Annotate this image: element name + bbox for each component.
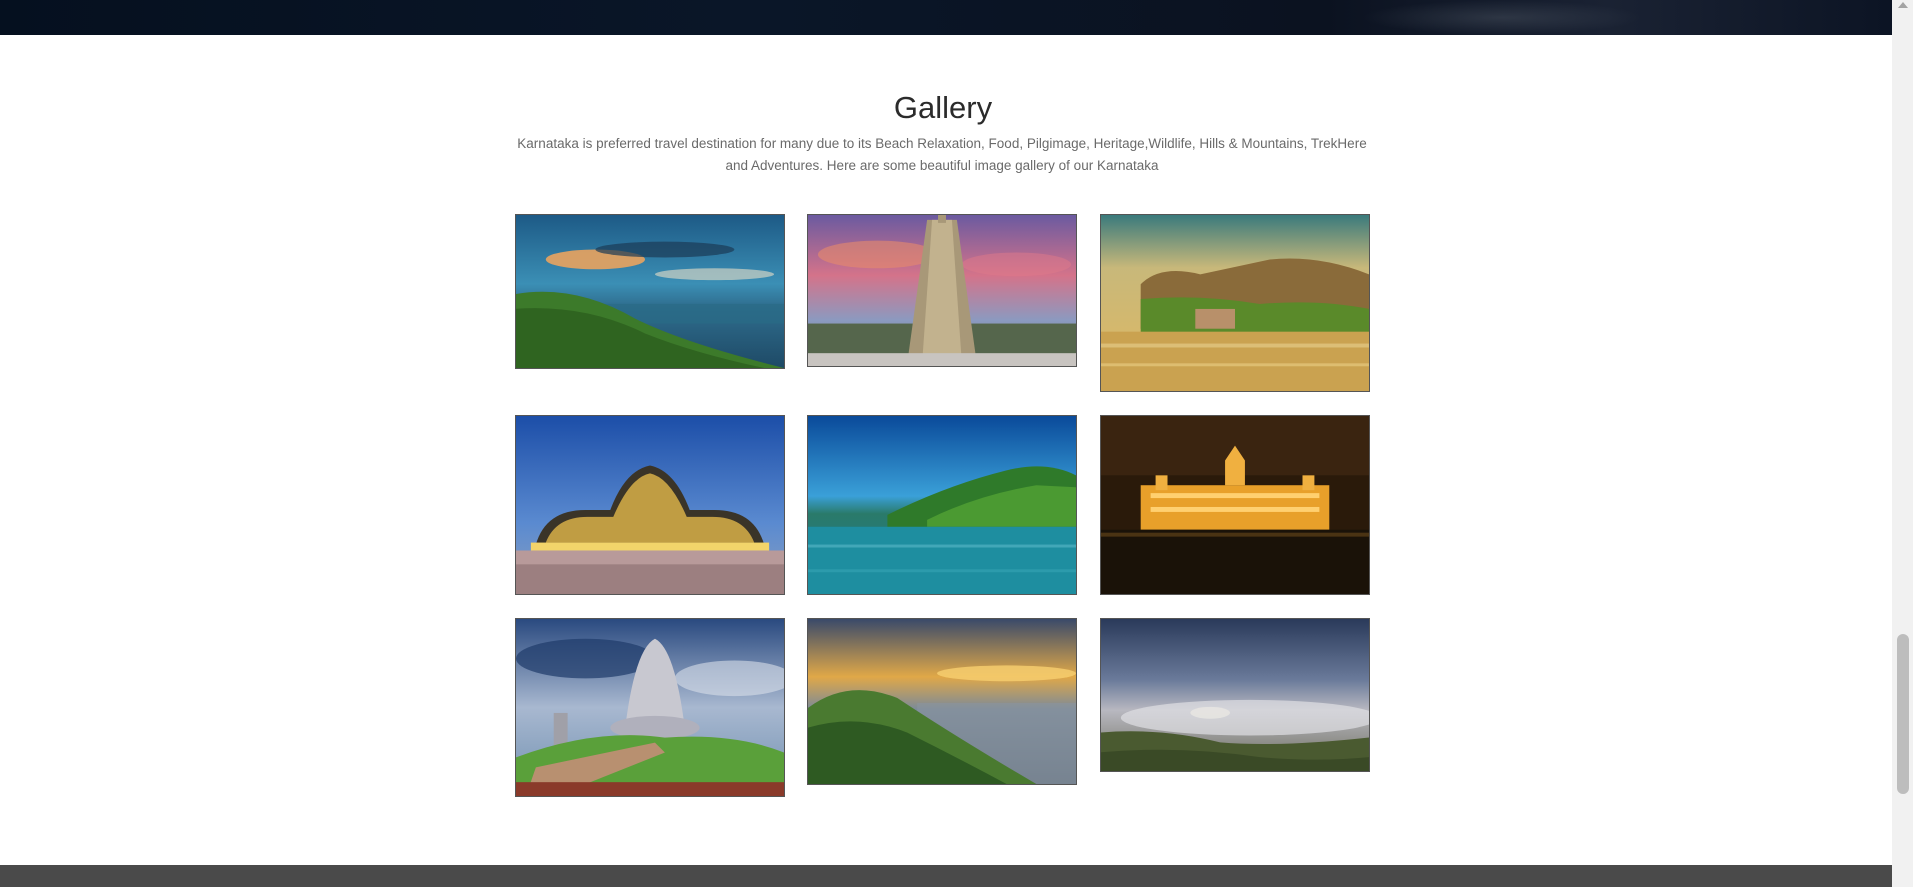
gallery-image-temple-tower[interactable]: [807, 214, 1077, 367]
gallery-image-palace-night[interactable]: [1100, 415, 1370, 595]
scrollbar[interactable]: [1892, 0, 1913, 887]
gallery-title: Gallery: [893, 90, 993, 125]
gallery-image-shiva-statue[interactable]: [515, 618, 785, 797]
footer-band: [0, 865, 1892, 887]
scrollbar-thumb[interactable]: [1897, 634, 1909, 794]
gallery-image-glasshouse[interactable]: [515, 415, 785, 595]
gallery-description: Karnataka is preferred travel destinatio…: [517, 136, 1367, 173]
page: Gallery Karnataka is preferred travel de…: [0, 0, 1913, 887]
gallery-image-hills-sunset[interactable]: [515, 214, 785, 369]
gallery-image-mountain-dawn[interactable]: [807, 618, 1077, 785]
header-banner-bottom: [0, 0, 1892, 35]
gallery-image-clouds-valley[interactable]: [1100, 618, 1370, 772]
gallery-image-cliff-lake[interactable]: [1100, 214, 1370, 392]
gallery-image-river-palms[interactable]: [807, 415, 1077, 595]
scroll-up-arrow-icon[interactable]: [1898, 2, 1908, 8]
